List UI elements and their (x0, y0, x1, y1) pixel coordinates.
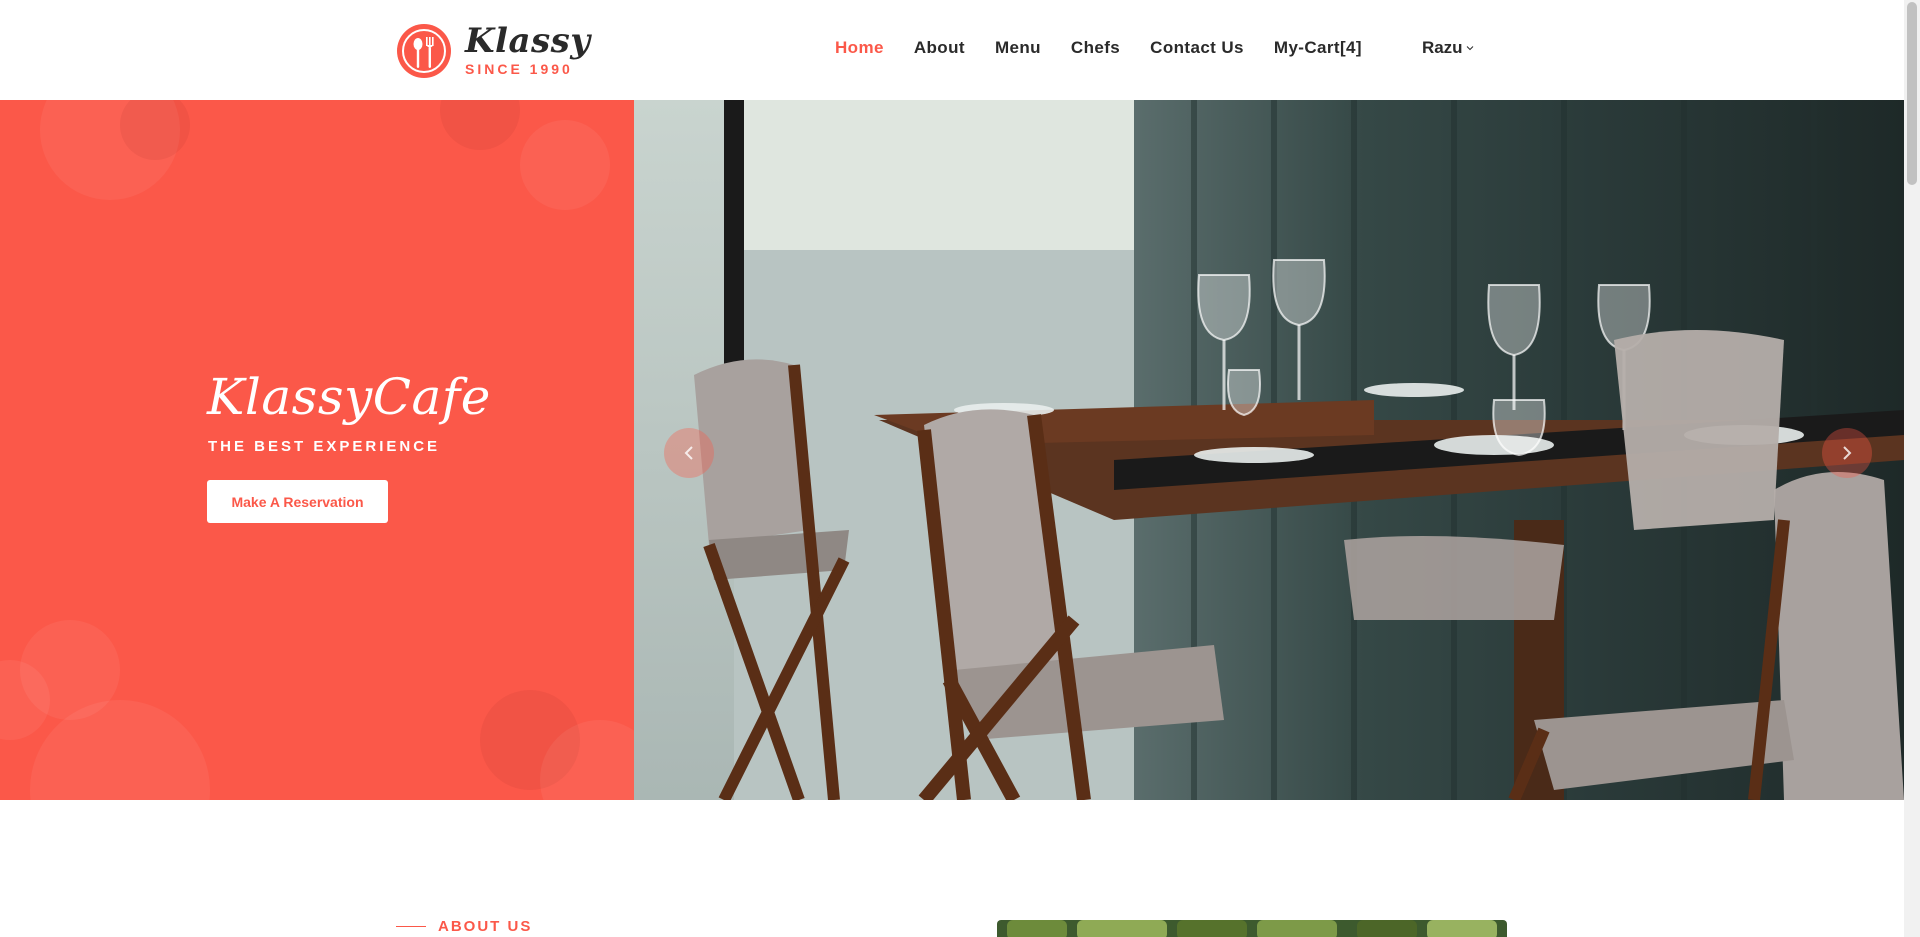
hero-subtitle: THE BEST EXPERIENCE (208, 438, 441, 455)
user-menu[interactable]: Razu (1422, 38, 1474, 58)
chevron-right-icon (1843, 446, 1852, 460)
nav-item-home[interactable]: Home (835, 38, 884, 58)
page: Klassy SINCE 1990 Home About Menu Chefs … (0, 0, 1920, 937)
divider (396, 926, 426, 927)
decor-shape (440, 100, 520, 150)
about-heading: ABOUT US (438, 918, 533, 935)
hero-title: KlassyCafe (207, 368, 491, 426)
about-image (997, 920, 1507, 937)
main-nav: Home About Menu Chefs Contact Us My-Cart… (835, 38, 1474, 58)
reservation-button[interactable]: Make A Reservation (207, 480, 388, 523)
hero-banner: KlassyCafe THE BEST EXPERIENCE Make A Re… (0, 100, 634, 800)
hero-section: KlassyCafe THE BEST EXPERIENCE Make A Re… (0, 100, 1904, 800)
carousel-next-button[interactable] (1822, 428, 1872, 478)
carousel-prev-button[interactable] (664, 428, 714, 478)
brand-since: SINCE 1990 (465, 61, 573, 77)
chevron-down-icon (1466, 46, 1473, 51)
nav-item-about[interactable]: About (914, 38, 965, 58)
decor-shape (520, 120, 610, 210)
nav-item-contact-us[interactable]: Contact Us (1150, 38, 1244, 58)
foliage (1177, 920, 1247, 937)
scrollbar-thumb[interactable] (1907, 2, 1917, 185)
page-scrollbar[interactable] (1904, 0, 1920, 937)
foliage (1257, 920, 1337, 937)
user-name: Razu (1421, 38, 1463, 57)
foliage (1427, 920, 1497, 937)
restaurant-photo (634, 100, 1904, 800)
nav-item-menu[interactable]: Menu (995, 38, 1041, 58)
header: Klassy SINCE 1990 Home About Menu Chefs … (0, 0, 1904, 100)
logo[interactable]: Klassy SINCE 1990 (395, 22, 591, 80)
foliage (1357, 920, 1417, 937)
nav-item-chefs[interactable]: Chefs (1071, 38, 1120, 58)
foliage (1007, 920, 1067, 937)
logo-icon (397, 24, 451, 78)
chevron-left-icon (684, 446, 693, 460)
about-section-label: ABOUT US (396, 918, 532, 935)
logo-text: Klassy SINCE 1990 (465, 24, 591, 78)
nav-item-my-cart[interactable]: My-Cart[4] (1274, 38, 1362, 58)
hero-photo (634, 100, 1904, 800)
brand-name: Klassy (465, 21, 591, 61)
foliage (1077, 920, 1167, 937)
